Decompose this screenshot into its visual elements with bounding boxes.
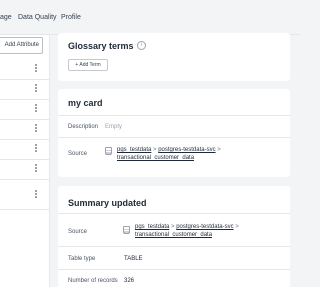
divider xyxy=(58,137,290,138)
source-label: Source xyxy=(68,151,88,157)
my-card-title: my card xyxy=(68,98,103,108)
attribute-row[interactable] xyxy=(0,160,50,180)
description-label: Description xyxy=(68,124,99,130)
attributes-panel: Add Attribute xyxy=(0,35,50,287)
tab-bar: age Data Quality Profile xyxy=(0,0,300,35)
add-attribute-button[interactable]: Add Attribute xyxy=(0,37,43,54)
attribute-row[interactable] xyxy=(0,100,50,120)
table-type-value: TABLE xyxy=(124,256,143,262)
separator: > xyxy=(171,224,175,230)
attribute-row[interactable] xyxy=(0,120,50,140)
separator: > xyxy=(153,147,157,153)
table-type-label: Table type xyxy=(68,256,96,262)
glossary-terms-card: Glossary terms i + Add Term xyxy=(58,33,290,81)
tab-lineage[interactable]: age xyxy=(0,14,12,21)
info-icon[interactable]: i xyxy=(137,41,146,50)
records-value: 326 xyxy=(124,278,135,284)
summary-source-path: pgs_testdata > postgres-testdata-svc > t… xyxy=(135,223,239,239)
database-icon xyxy=(105,147,112,155)
tab-data-quality[interactable]: Data Quality xyxy=(18,14,57,21)
attribute-row[interactable] xyxy=(0,180,50,210)
more-options-icon[interactable] xyxy=(35,64,38,72)
divider xyxy=(58,213,290,214)
custom-card: my card Description Empty Source pgs_tes… xyxy=(58,89,290,177)
source-path: pgs_testdata > postgres-testdata-svc > t… xyxy=(117,146,221,162)
attribute-row[interactable] xyxy=(0,60,50,80)
summary-card: Summary updated Source pgs_testdata > po… xyxy=(58,186,290,287)
database-icon xyxy=(123,226,130,234)
tab-profile[interactable]: Profile xyxy=(61,14,81,21)
source-service-link[interactable]: postgres-testdata-svc xyxy=(158,147,215,153)
divider xyxy=(58,269,290,270)
summary-service-link[interactable]: postgres-testdata-svc xyxy=(176,224,233,230)
more-options-icon[interactable] xyxy=(35,190,38,198)
more-options-icon[interactable] xyxy=(35,104,38,112)
divider xyxy=(58,246,290,247)
description-value: Empty xyxy=(105,124,123,130)
add-term-button[interactable]: + Add Term xyxy=(68,59,108,71)
more-options-icon[interactable] xyxy=(35,164,38,172)
summary-title: Summary updated xyxy=(68,198,147,208)
glossary-terms-title: Glossary terms xyxy=(68,41,134,51)
more-options-icon[interactable] xyxy=(35,124,38,132)
more-options-icon[interactable] xyxy=(35,144,38,152)
records-label: Number of records xyxy=(68,278,118,284)
summary-table-link[interactable]: transactional_customer_data xyxy=(135,232,212,238)
summary-db-link[interactable]: pgs_testdata xyxy=(135,224,169,230)
more-options-icon[interactable] xyxy=(35,84,38,92)
source-table-link[interactable]: transactional_customer_data xyxy=(117,155,194,161)
attribute-row[interactable] xyxy=(0,80,50,100)
summary-source-label: Source xyxy=(68,229,88,235)
separator: > xyxy=(217,147,221,153)
divider xyxy=(58,115,290,116)
separator: > xyxy=(235,224,239,230)
source-db-link[interactable]: pgs_testdata xyxy=(117,147,151,153)
attribute-row[interactable] xyxy=(0,140,50,160)
